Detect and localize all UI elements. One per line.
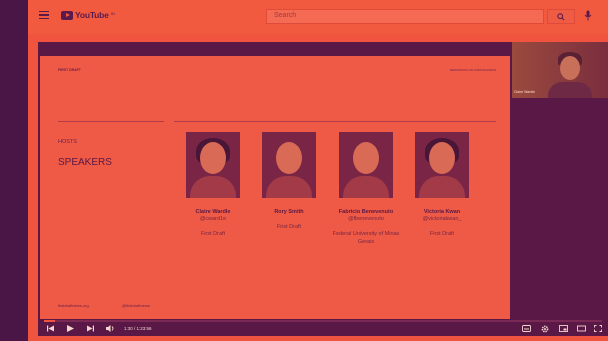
slide-footer-site: firstdraftnews.org [58,303,89,308]
speaker-card: Victoria Kwan @victoriakwan_ First Draft [405,132,479,239]
speaker-org: First Draft [429,231,455,237]
speakers-heading: SPEAKERS [58,157,112,168]
search-input[interactable]: Search [266,9,544,24]
logo-country-code: IN [110,11,115,16]
speaker-photo [415,132,469,198]
speaker-name: Fabricio Benevenuto [338,209,394,215]
presentation-slide: FIRST DRAFT REPORTING ON CORONAVIRUS HOS… [40,56,510,319]
progress-bar[interactable] [44,320,602,322]
microphone-icon[interactable] [584,10,592,21]
speaker-org: Federal University of Minas Gerais [332,231,400,245]
speaker-handle: @cward1e [199,216,227,222]
play-icon[interactable] [67,325,74,332]
speaker-card: Rory Smith First Draft [252,132,326,232]
youtube-header: YouTube IN Search [28,0,608,34]
speaker-org: First Draft [200,231,226,237]
speaker-handle: @fbenevenuto [348,216,384,222]
hosts-label: HOSTS [58,139,77,145]
youtube-logo[interactable]: YouTube IN [61,10,115,20]
volume-icon[interactable] [106,325,115,332]
slide-footer-handle: @firstdraftnews [122,303,150,308]
speaker-name: Claire Wardle [195,209,231,215]
speaker-name: Rory Smith [274,209,304,215]
speaker-handle: @victoriakwan_ [422,216,462,222]
slide-brand-right: REPORTING ON CORONAVIRUS [449,68,496,72]
youtube-play-icon [61,10,73,20]
next-icon[interactable] [87,325,94,332]
speaker-photo [262,132,316,198]
speaker-card: Fabricio Benevenuto @fbenevenuto Federal… [329,132,403,246]
fullscreen-icon[interactable] [594,325,602,332]
webcam-feed: Claire Wardle [512,42,608,98]
speaker-photo [186,132,240,198]
webcam-label: Claire Wardle [514,90,536,94]
slide-brand: FIRST DRAFT [58,68,81,72]
search-placeholder: Search [274,12,297,19]
speaker-photo [339,132,393,198]
theater-mode-icon[interactable] [577,325,586,332]
subtitles-icon[interactable] [522,325,531,332]
previous-icon[interactable] [47,325,54,332]
search-icon [557,13,565,21]
progress-fill [44,320,56,322]
video-player[interactable]: FIRST DRAFT REPORTING ON CORONAVIRUS HOS… [38,42,608,336]
speaker-name: Victoria Kwan [423,209,461,215]
hamburger-menu-icon[interactable] [39,11,49,20]
search-button[interactable] [547,9,575,24]
divider [174,121,496,122]
speaker-card: Claire Wardle @cward1e First Draft [176,132,250,239]
time-display: 1:30 / 1:23:56 [124,326,152,331]
logo-wordmark: YouTube [75,10,109,20]
miniplayer-icon[interactable] [559,325,568,332]
divider [58,121,164,122]
player-controls: 1:30 / 1:23:56 [38,320,608,336]
browser-viewport: YouTube IN Search FIRST DRAFT REPORTING … [28,0,608,341]
speaker-org: First Draft [276,224,302,230]
settings-gear-icon[interactable] [541,325,549,333]
